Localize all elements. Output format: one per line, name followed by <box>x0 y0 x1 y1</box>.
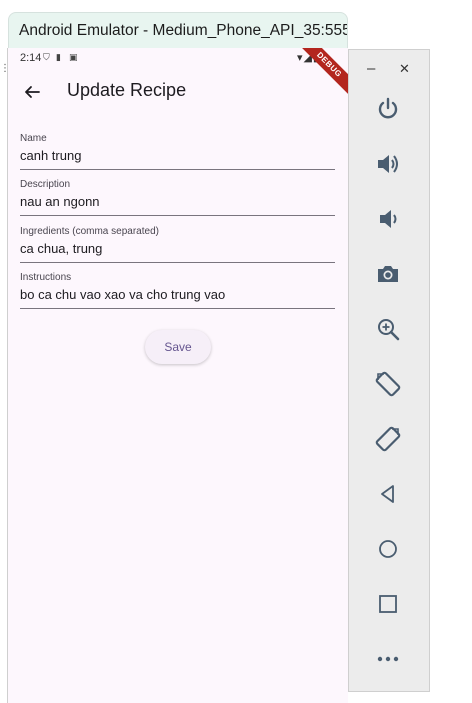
phone-screen: 2:14 ⛉ ▮ ▣ ▾◢▮ DEBUG Update Recipe Name … <box>7 48 348 703</box>
overview-button[interactable] <box>373 589 403 619</box>
instructions-input[interactable] <box>20 283 335 308</box>
emulator-window-title: Android Emulator - Medium_Phone_API_35:5… <box>8 12 348 48</box>
emulator-toolbar: – ✕ <box>348 49 430 692</box>
rotate-left-button[interactable] <box>373 369 403 399</box>
status-time: 2:14 <box>20 52 42 64</box>
name-label: Name <box>20 133 47 144</box>
volume-down-button[interactable] <box>373 204 403 234</box>
volume-down-icon <box>380 210 397 228</box>
app-bar: Update Recipe <box>8 70 348 114</box>
rotate-right-icon <box>375 426 401 452</box>
close-button[interactable]: ✕ <box>399 61 410 77</box>
sd-card-icon: ▮ <box>56 52 61 62</box>
volume-up-icon <box>378 155 398 173</box>
page-title: Update Recipe <box>67 80 187 100</box>
back-triangle-icon <box>381 485 394 503</box>
home-circle-icon <box>379 540 397 558</box>
name-input[interactable] <box>20 144 335 169</box>
save-button[interactable]: Save <box>145 330 211 364</box>
screenshot-button[interactable] <box>373 259 403 289</box>
status-bar: 2:14 ⛉ ▮ ▣ ▾◢▮ <box>8 48 348 70</box>
zoom-button[interactable] <box>373 314 403 344</box>
notification-icon: ▣ <box>69 52 78 62</box>
ingredients-field: Ingredients (comma separated) <box>20 226 335 263</box>
more-button[interactable] <box>373 644 403 674</box>
description-field: Description <box>20 179 335 216</box>
rotate-left-icon <box>375 371 401 397</box>
minimize-button[interactable]: – <box>367 60 375 77</box>
zoom-icon <box>378 319 400 341</box>
description-label: Description <box>20 179 71 190</box>
rotate-right-button[interactable] <box>373 424 403 454</box>
shield-icon: ⛉ <box>43 52 50 62</box>
arrow-back-icon <box>25 86 40 98</box>
volume-up-button[interactable] <box>373 149 403 179</box>
ingredients-input[interactable] <box>20 237 335 262</box>
description-input[interactable] <box>20 190 335 215</box>
instructions-label: Instructions <box>20 272 72 283</box>
drag-handle-dots[interactable]: ⋮ <box>0 64 10 86</box>
nav-back-button[interactable] <box>373 479 403 509</box>
more-horizontal-icon <box>377 656 399 662</box>
camera-icon <box>378 266 398 282</box>
power-icon <box>378 97 398 119</box>
back-button[interactable] <box>20 80 44 104</box>
instructions-field: Instructions <box>20 272 335 309</box>
ingredients-label: Ingredients (comma separated) <box>20 226 159 237</box>
name-field: Name <box>20 133 335 170</box>
home-button[interactable] <box>373 534 403 564</box>
power-button[interactable] <box>373 94 403 124</box>
overview-square-icon <box>379 595 397 613</box>
